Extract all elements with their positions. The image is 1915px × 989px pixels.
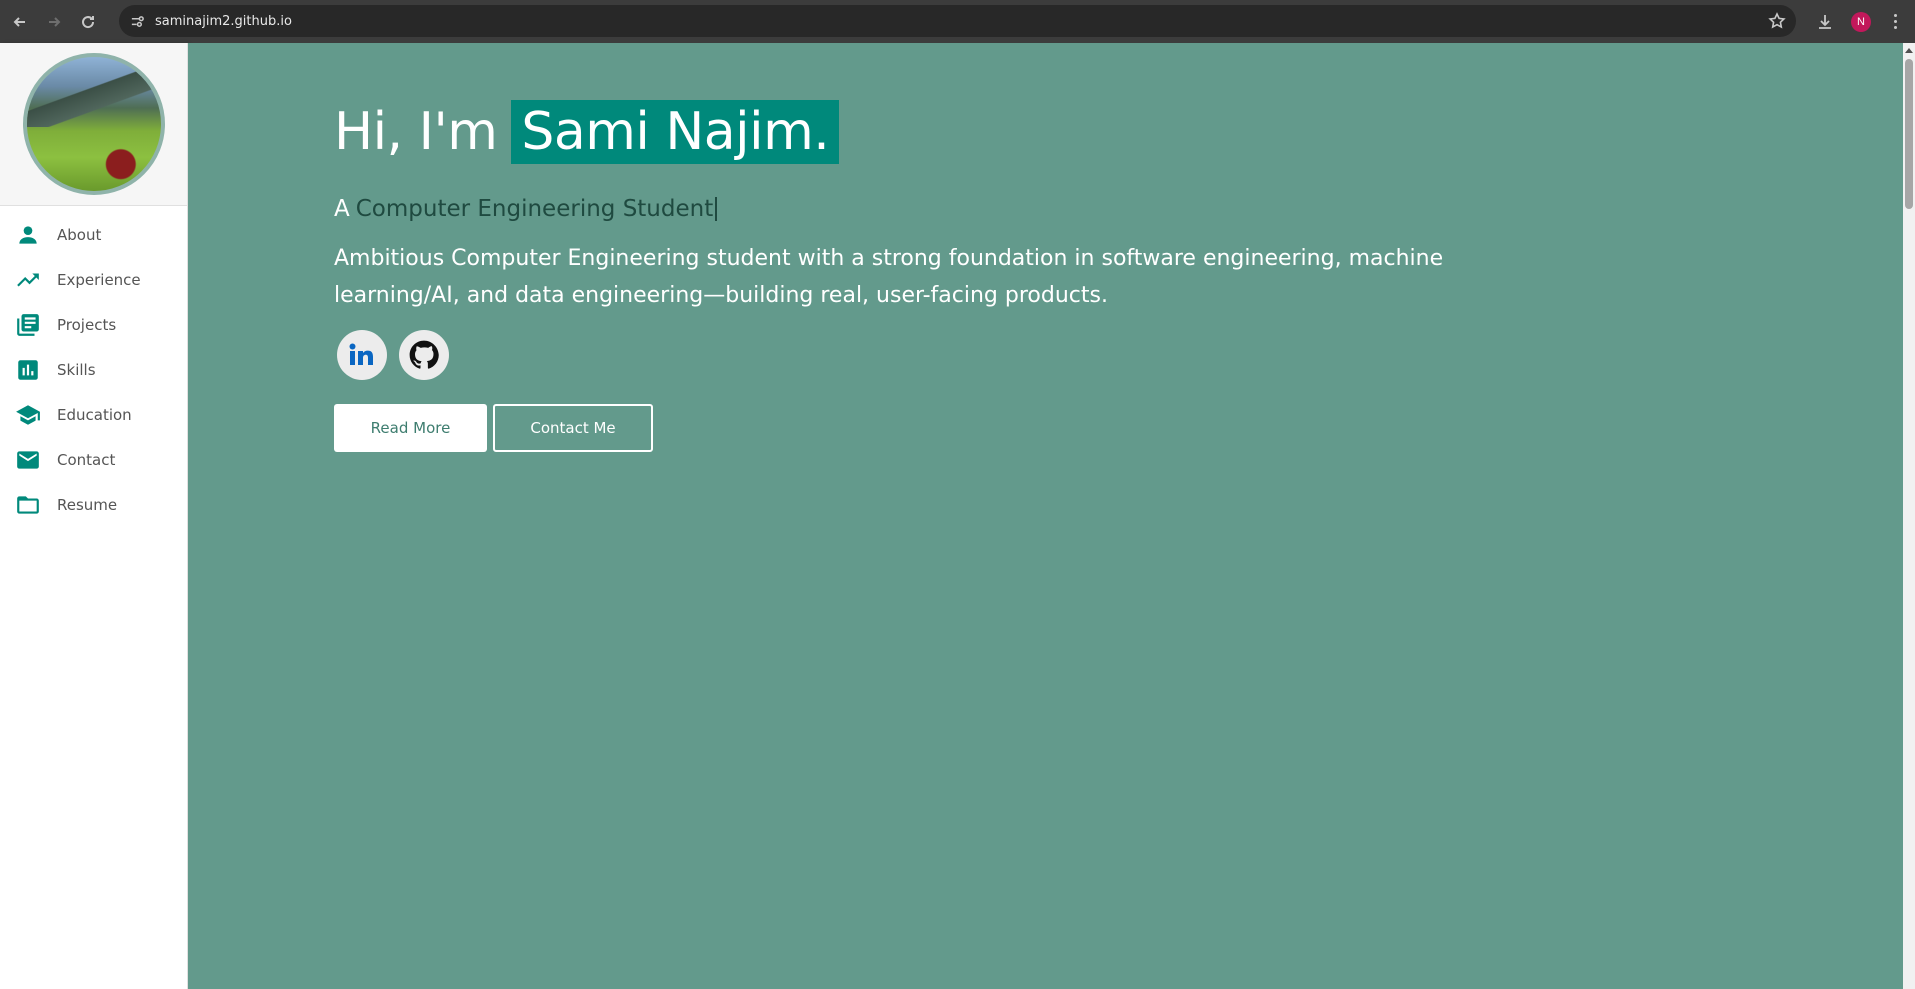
sidebar-item-label: Projects [57, 315, 117, 334]
sidebar-item-label: Skills [57, 360, 96, 379]
sidebar: About Experience Projects Skills Educati… [0, 43, 188, 989]
sidebar-item-label: Education [57, 405, 132, 424]
hero-buttons: Read More Contact Me [334, 404, 1534, 452]
avatar [22, 53, 165, 195]
profile-header [0, 43, 187, 206]
contact-me-button[interactable]: Contact Me [493, 404, 653, 452]
sidebar-item-skills[interactable]: Skills [0, 347, 187, 392]
mail-icon [15, 447, 41, 473]
role-text: Computer Engineering Student [355, 196, 714, 222]
site-info-icon[interactable] [127, 11, 147, 31]
sidebar-nav: About Experience Projects Skills Educati… [0, 206, 187, 527]
back-icon[interactable] [6, 8, 34, 36]
menu-icon[interactable] [1885, 10, 1905, 34]
sidebar-item-education[interactable]: Education [0, 392, 187, 437]
reload-icon[interactable] [74, 8, 102, 36]
sidebar-item-experience[interactable]: Experience [0, 257, 187, 302]
bookmark-star-icon[interactable] [1768, 12, 1786, 30]
linkedin-link[interactable] [337, 330, 387, 380]
browser-toolbar: saminajim2.github.io N [0, 0, 1915, 43]
sidebar-item-about[interactable]: About [0, 212, 187, 257]
folder-icon [15, 492, 41, 518]
school-icon [15, 402, 41, 428]
name-highlight: Sami Najim. [511, 100, 840, 164]
page-scrollbar[interactable] [1903, 43, 1915, 989]
sidebar-item-label: Experience [57, 270, 141, 289]
profile-avatar[interactable]: N [1851, 11, 1871, 32]
bar-chart-icon [15, 357, 41, 383]
greeting-text: Hi, I'm [334, 102, 498, 162]
scroll-up-icon[interactable] [1903, 43, 1915, 57]
subtitle: A Computer Engineering Student [334, 196, 1534, 222]
forward-icon[interactable] [40, 8, 68, 36]
github-icon [409, 340, 439, 369]
github-link[interactable] [399, 330, 449, 380]
hero-section: Hi, I'm Sami Najim. A Computer Engineeri… [188, 43, 1903, 989]
sidebar-item-label: Resume [57, 495, 118, 514]
social-links [334, 330, 1534, 380]
sidebar-item-label: About [57, 225, 102, 244]
read-more-button[interactable]: Read More [334, 404, 487, 452]
intro-paragraph: Ambitious Computer Engineering student w… [334, 246, 1444, 308]
library-books-icon [15, 312, 41, 338]
sidebar-item-resume[interactable]: Resume [0, 482, 187, 527]
person-icon [15, 222, 41, 248]
address-bar[interactable]: saminajim2.github.io [119, 5, 1796, 37]
download-icon[interactable] [1813, 10, 1837, 34]
linkedin-icon [349, 343, 373, 365]
sidebar-item-contact[interactable]: Contact [0, 437, 187, 482]
typing-caret [715, 197, 718, 221]
hero-content: Hi, I'm Sami Najim. A Computer Engineeri… [334, 100, 1534, 452]
trending-up-icon [15, 267, 41, 293]
page-title: Hi, I'm Sami Najim. [334, 100, 1534, 164]
url-text[interactable]: saminajim2.github.io [155, 14, 292, 29]
scrollbar-thumb[interactable] [1905, 59, 1913, 209]
sidebar-item-label: Contact [57, 450, 116, 469]
subtitle-prefix: A [334, 196, 350, 222]
sidebar-item-projects[interactable]: Projects [0, 302, 187, 347]
